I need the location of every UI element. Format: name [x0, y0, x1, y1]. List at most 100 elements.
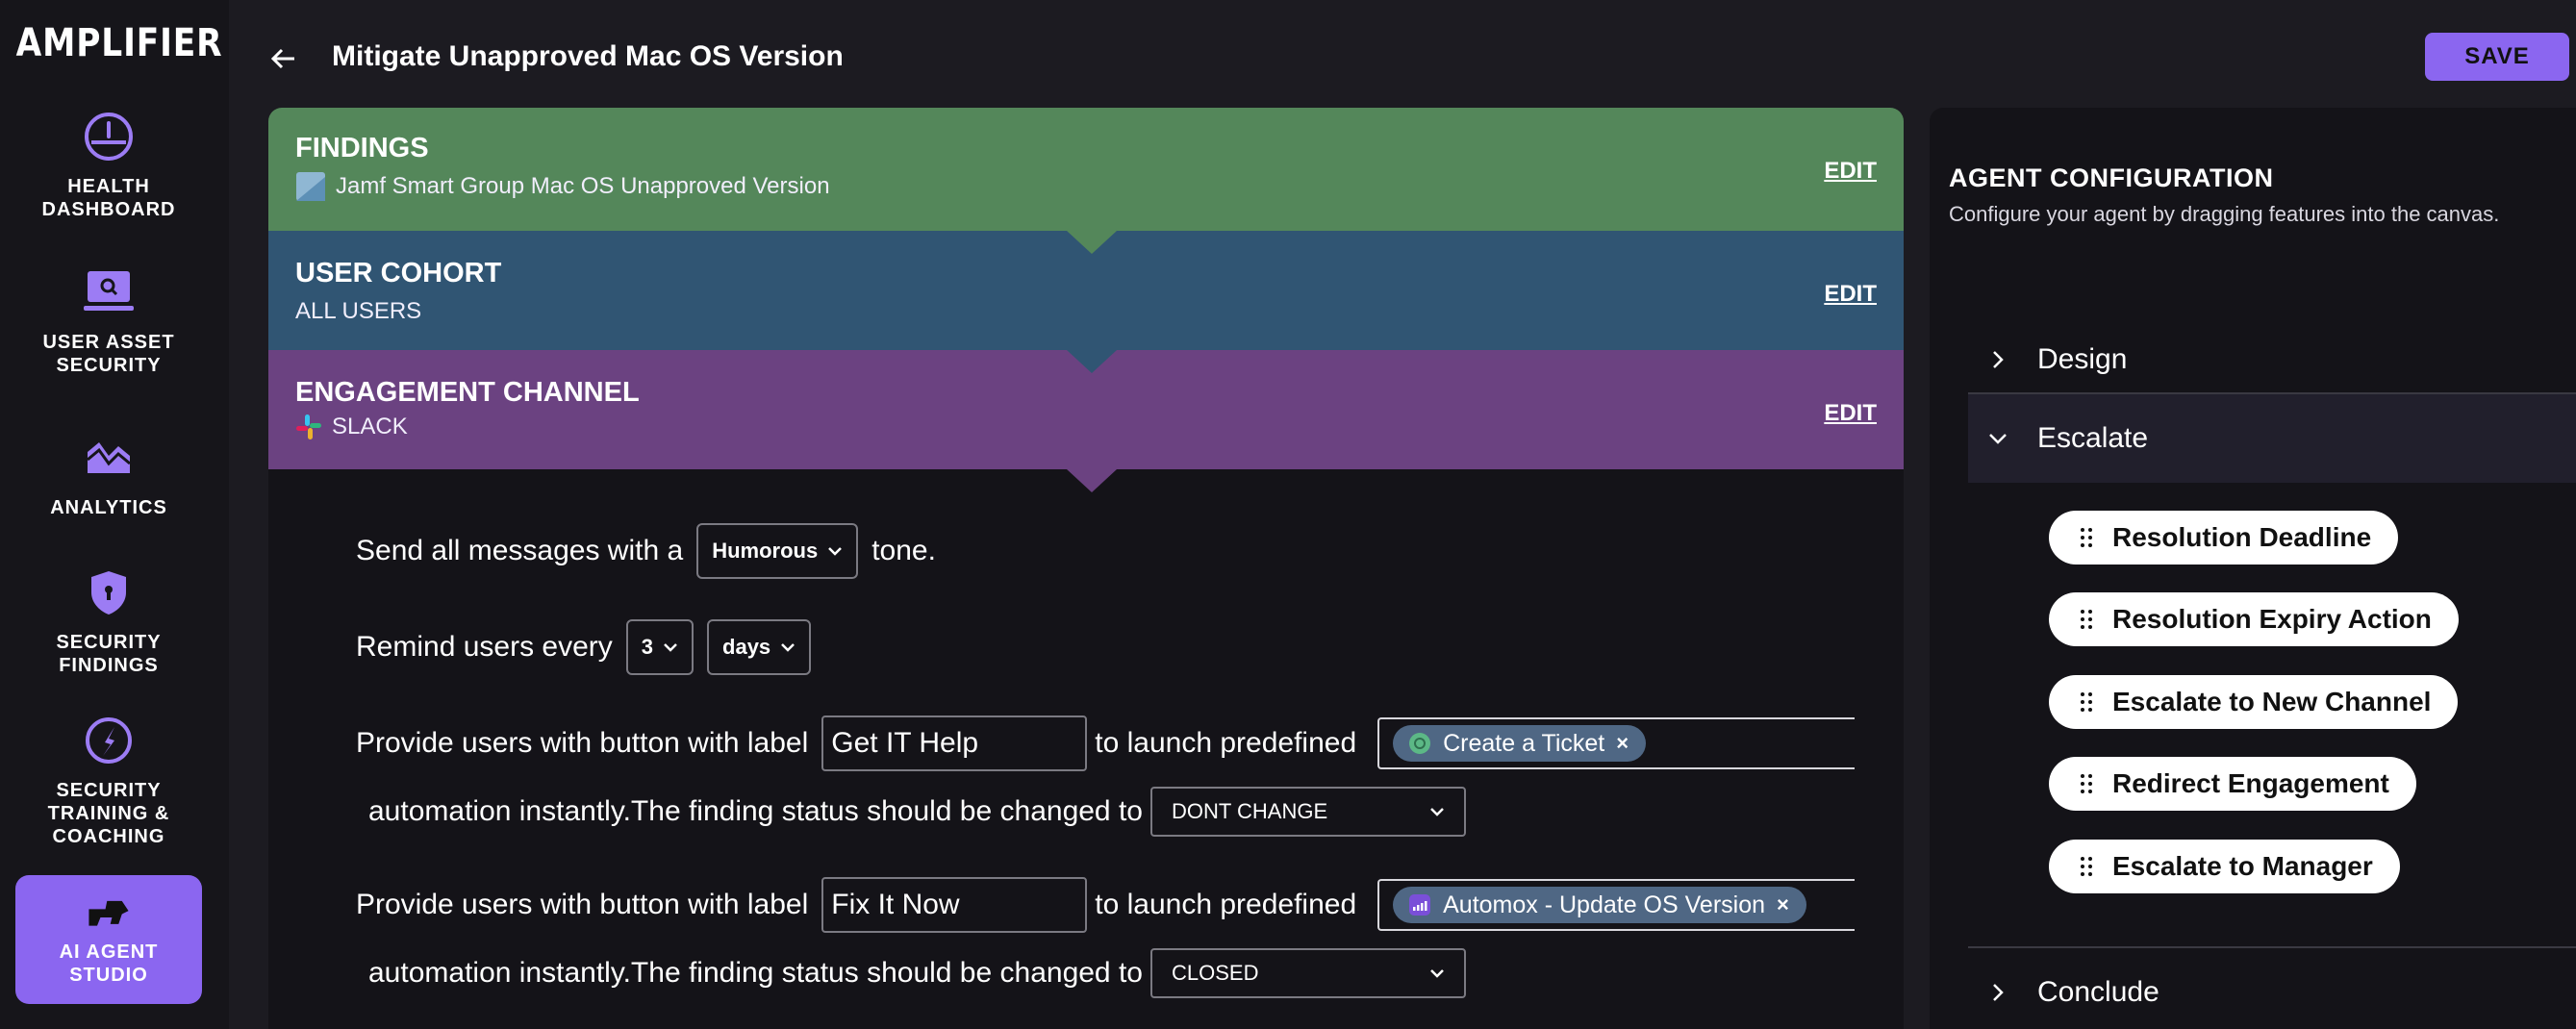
brand-logo: AMPLIFIER	[15, 21, 223, 65]
sidebar-item-label: SECURITY FINDINGS	[56, 632, 162, 676]
sidebar-item-label: ANALYTICS	[50, 497, 167, 518]
findings-subtitle-text: Jamf Smart Group Mac OS Unapproved Versi…	[336, 173, 830, 199]
ticket-logo-icon	[1409, 733, 1431, 754]
feature-pill-resolution-deadline[interactable]: Resolution Deadline	[2049, 511, 2399, 565]
action-row-2: Provide users with button with label to …	[356, 877, 1856, 933]
findings-subtitle: Jamf Smart Group Mac OS Unapproved Versi…	[295, 171, 830, 202]
chevron-right-icon	[1993, 984, 2004, 1001]
action-2-status-value: CLOSED	[1171, 961, 1259, 985]
tone-prefix: Send all messages with a	[356, 535, 684, 566]
automox-logo-icon	[1409, 894, 1431, 916]
feature-pill-escalate-to-manager[interactable]: Escalate to Manager	[2049, 840, 2400, 893]
action-1-label-input[interactable]	[821, 715, 1088, 771]
close-icon[interactable]: ×	[1777, 892, 1789, 917]
feature-pill-label: Resolution Deadline	[2112, 522, 2372, 552]
action-1-prefix: Provide users with button with label	[356, 727, 809, 759]
feature-pill-escalate-to-new-channel[interactable]: Escalate to New Channel	[2049, 675, 2459, 729]
action-2-status-select[interactable]: CLOSED	[1149, 948, 1466, 998]
feature-pill-label: Resolution Expiry Action	[2112, 604, 2432, 634]
chevron-right-icon	[1993, 351, 2004, 368]
action-2-line2: automation instantly.The finding status …	[368, 957, 1143, 989]
findings-notch	[1067, 231, 1117, 254]
action-2-label-input[interactable]	[821, 877, 1088, 933]
chevron-down-icon	[1430, 969, 1444, 978]
sidebar-item-security-findings[interactable]: SECURITY FINDINGS	[15, 565, 202, 677]
tone-suffix: tone.	[871, 535, 936, 566]
automation-chip: Create a Ticket ×	[1393, 725, 1647, 762]
back-arrow-icon[interactable]	[267, 42, 300, 75]
action-row-1-line2: automation instantly.The finding status …	[368, 787, 1466, 837]
sidebar-item-security-training[interactable]: SECURITY TRAINING & COACHING	[15, 714, 202, 848]
remind-unit-select[interactable]: days	[707, 619, 812, 675]
sidebar: AMPLIFIER HEALTH DASHBOARD USER ASSET SE…	[0, 0, 229, 1029]
shield-icon	[91, 571, 126, 615]
close-icon[interactable]: ×	[1616, 731, 1629, 756]
findings-title: FINDINGS	[295, 133, 429, 163]
action-row-2-line2: automation instantly.The finding status …	[368, 948, 1466, 998]
sidebar-item-ai-agent-studio[interactable]: AI AGENT STUDIO	[15, 875, 202, 1004]
accordion-design[interactable]: Design	[1968, 329, 2576, 390]
feature-pill-resolution-expiry-action[interactable]: Resolution Expiry Action	[2049, 592, 2459, 646]
drag-handle-icon	[2081, 774, 2092, 793]
accordion-design-label: Design	[2037, 343, 2128, 375]
feature-pill-redirect-engagement[interactable]: Redirect Engagement	[2049, 757, 2416, 811]
engagement-channel-notch	[1067, 469, 1117, 492]
accordion-escalate[interactable]: Escalate	[1968, 394, 2576, 483]
feature-pill-label: Escalate to Manager	[2112, 851, 2373, 881]
accordion-conclude-label: Conclude	[2037, 976, 2159, 1008]
accordion-escalate-label: Escalate	[2037, 422, 2149, 454]
engagement-channel-edit-link[interactable]: EDIT	[1824, 400, 1877, 427]
action-1-status-select[interactable]: DONT CHANGE	[1149, 787, 1466, 837]
sidebar-item-label: HEALTH DASHBOARD	[41, 176, 176, 220]
findings-edit-link[interactable]: EDIT	[1824, 158, 1877, 185]
automation-chip-label: Automox - Update OS Version	[1443, 891, 1766, 918]
remind-unit-value: days	[722, 635, 771, 659]
save-button[interactable]: SAVE	[2425, 33, 2569, 81]
sidebar-item-analytics[interactable]: ANALYTICS	[15, 431, 202, 519]
drag-handle-icon	[2081, 857, 2092, 876]
user-cohort-notch	[1067, 350, 1117, 373]
remind-prefix: Remind users every	[356, 631, 613, 663]
action-2-prefix: Provide users with button with label	[356, 889, 809, 920]
action-2-automation-field[interactable]: Automox - Update OS Version ×	[1377, 879, 1856, 931]
chevron-down-icon	[828, 547, 843, 556]
engagement-channel-title: ENGAGEMENT CHANNEL	[295, 377, 640, 408]
gauge-icon	[85, 113, 133, 161]
remind-count-value: 3	[641, 635, 654, 659]
engagement-channel-subtitle: SLACK	[295, 414, 408, 440]
jamf-logo-icon	[296, 172, 325, 201]
remind-row: Remind users every 3 days	[356, 619, 812, 675]
tone-select[interactable]: Humorous	[696, 523, 859, 579]
sidebar-item-label: AI AGENT STUDIO	[59, 941, 159, 986]
action-1-middle: to launch predefined	[1095, 727, 1357, 759]
chevron-down-icon	[1430, 808, 1444, 816]
remind-count-select[interactable]: 3	[625, 619, 695, 675]
slack-logo-icon	[296, 414, 321, 439]
findings-band: FINDINGS Jamf Smart Group Mac OS Unappro…	[268, 108, 1904, 231]
chevron-down-icon	[1989, 434, 2007, 444]
action-1-line2: automation instantly.The finding status …	[368, 795, 1143, 827]
agent-canvas: FINDINGS Jamf Smart Group Mac OS Unappro…	[268, 108, 1904, 1029]
chevron-down-icon	[664, 643, 677, 652]
sidebar-item-user-asset-security[interactable]: USER ASSET SECURITY	[15, 265, 202, 377]
action-1-automation-field[interactable]: Create a Ticket ×	[1377, 717, 1856, 769]
agent-icon	[88, 900, 129, 926]
drag-handle-icon	[2081, 528, 2092, 547]
divider	[1968, 946, 2576, 948]
config-subtitle: Configure your agent by dragging feature…	[1949, 202, 2500, 226]
action-2-middle: to launch predefined	[1095, 889, 1357, 920]
page-title: Mitigate Unapproved Mac OS Version	[332, 40, 844, 72]
action-row-1: Provide users with button with label to …	[356, 715, 1856, 771]
sidebar-item-health-dashboard[interactable]: HEALTH DASHBOARD	[15, 110, 202, 221]
user-cohort-edit-link[interactable]: EDIT	[1824, 281, 1877, 308]
drag-handle-icon	[2081, 692, 2092, 712]
accordion-conclude[interactable]: Conclude	[1968, 966, 2576, 1019]
engagement-channel-subtitle-text: SLACK	[332, 414, 408, 439]
user-cohort-subtitle: ALL USERS	[295, 298, 422, 324]
automation-chip: Automox - Update OS Version ×	[1393, 887, 1806, 923]
sidebar-item-label: SECURITY TRAINING & COACHING	[47, 780, 170, 847]
sidebar-item-label: USER ASSET SECURITY	[42, 332, 175, 376]
feature-pill-label: Redirect Engagement	[2112, 768, 2389, 798]
config-title: AGENT CONFIGURATION	[1949, 163, 2274, 192]
user-cohort-title: USER COHORT	[295, 258, 502, 289]
